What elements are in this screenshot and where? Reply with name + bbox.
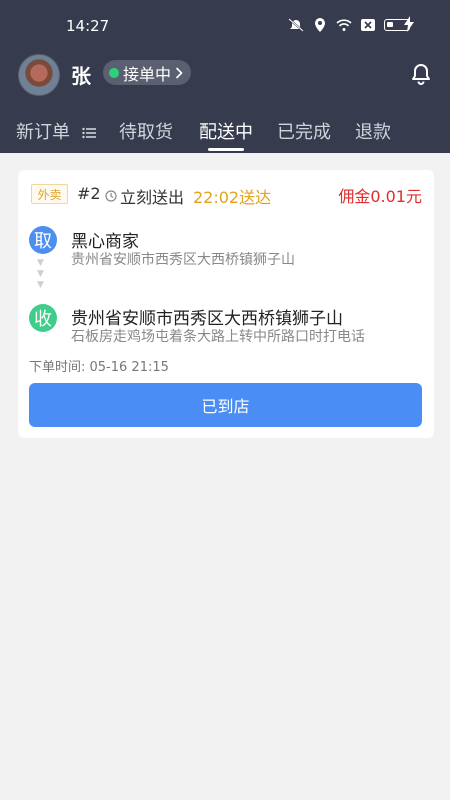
order-type-tag: 外卖	[31, 184, 68, 204]
dispatch-info: 立刻送出	[105, 184, 184, 208]
delivery-eta: 22:02送达	[193, 188, 272, 207]
tab-refunds[interactable]: 退款	[355, 118, 391, 144]
avatar[interactable]	[18, 54, 60, 96]
arrived-at-store-button[interactable]: 已到店	[29, 383, 422, 427]
tab-pending-pickup[interactable]: 待取货	[119, 118, 173, 144]
status-bar: 14:27	[0, 0, 450, 52]
dispatch-label: 立刻送出	[120, 188, 185, 207]
list-icon	[82, 127, 96, 139]
work-status-label: 接单中	[123, 64, 172, 84]
order-number: #2	[77, 184, 101, 203]
dropoff-badge: 收	[29, 304, 57, 332]
tab-delivering[interactable]: 配送中	[199, 118, 253, 144]
sim-off-icon	[361, 19, 375, 31]
bell-icon[interactable]	[410, 63, 432, 85]
online-dot-icon	[109, 67, 119, 78]
user-name: 张	[71, 64, 91, 88]
status-time: 14:27	[66, 17, 110, 35]
mute-icon	[288, 18, 304, 32]
order-time: 下单时间: 05-16 21:15	[29, 360, 169, 375]
pickup-badge: 取	[29, 226, 57, 254]
order-card[interactable]: 外卖 #2 立刻送出 22:02送达 佣金0.01元 取 黑心商家 贵州省安顺市…	[18, 170, 434, 438]
work-status-toggle[interactable]: 接单中	[103, 60, 192, 85]
destination-note: 石板房走鸡场屯着条大路上转中所路口时打电话	[71, 329, 365, 345]
status-icons	[288, 18, 410, 32]
route-arrows-icon: ▼ ▼ ▼	[37, 258, 44, 290]
tab-completed[interactable]: 已完成	[277, 118, 331, 144]
commission-amount: 佣金0.01元	[338, 187, 422, 206]
wifi-icon	[336, 19, 352, 31]
clock-icon	[105, 190, 117, 202]
charging-icon	[404, 16, 414, 32]
tab-label: 新订单	[16, 122, 70, 143]
order-tabs: 新订单 待取货 配送中 已完成 退款	[0, 112, 450, 153]
chevron-right-icon	[175, 66, 183, 79]
app-header: 14:27 张 接单中 新订单 待取货 配送中 已完成 退款	[0, 0, 450, 153]
active-tab-indicator	[208, 148, 244, 151]
tab-new-orders[interactable]: 新订单	[16, 118, 96, 144]
location-icon	[315, 18, 325, 32]
merchant-address: 贵州省安顺市西秀区大西桥镇狮子山	[71, 252, 295, 268]
